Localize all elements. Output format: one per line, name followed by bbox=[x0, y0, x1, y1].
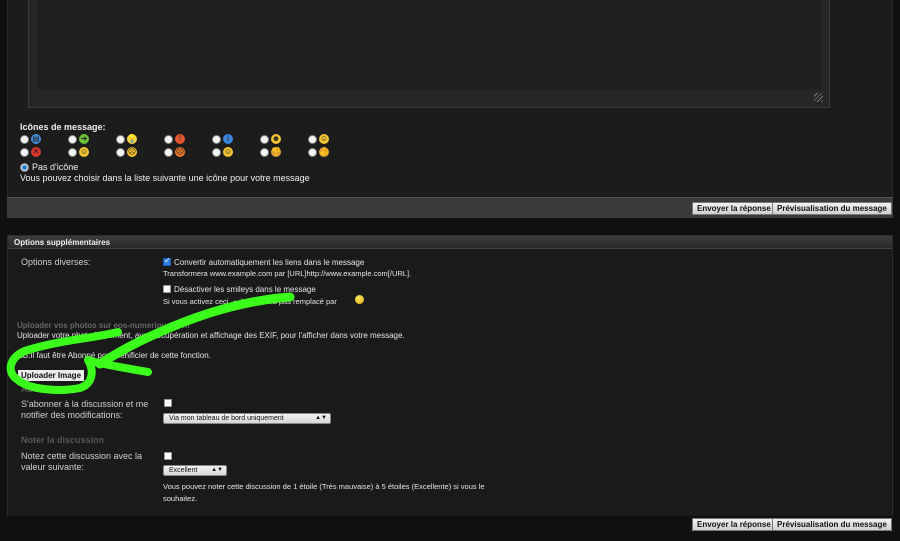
message-editor[interactable] bbox=[28, 0, 830, 108]
lightbulb-icon: 💡 bbox=[127, 134, 137, 144]
convert-links-desc: Transformera www.example.com par [URL]ht… bbox=[163, 269, 412, 278]
smiley-icon bbox=[355, 295, 364, 304]
sad-icon: ☹ bbox=[127, 147, 137, 157]
subscription-select-value: Via mon tableau de bord uniquement bbox=[169, 415, 284, 422]
message-icon-option[interactable]: ☹ bbox=[164, 147, 185, 157]
message-icon-option[interactable]: ✕ bbox=[20, 147, 41, 157]
message-icon-radio[interactable] bbox=[212, 147, 221, 157]
submit-reply-button-bottom[interactable]: Envoyer la réponse bbox=[692, 518, 776, 531]
upload-note: NB:Il faut être Abonné pour bénificier d… bbox=[17, 351, 211, 360]
message-icon-option[interactable]: ☻ bbox=[260, 134, 281, 144]
resize-grip-icon[interactable] bbox=[814, 93, 823, 102]
info-icon: i bbox=[223, 134, 233, 144]
message-icon-radio[interactable] bbox=[164, 147, 173, 157]
top-button-bar: Envoyer la réponse Prévisualisation du m… bbox=[7, 197, 893, 218]
rate-label: Notez cette discussion avec la valeur su… bbox=[21, 451, 143, 472]
rate-select-value: Excellent bbox=[169, 467, 198, 474]
message-icon-radio[interactable] bbox=[308, 147, 317, 157]
message-icon-option[interactable]: ☺ bbox=[212, 147, 233, 157]
subscription-checkbox[interactable] bbox=[164, 399, 172, 407]
message-icon-option[interactable]: ▤ bbox=[20, 134, 41, 144]
laugh-icon: ☺ bbox=[79, 147, 89, 157]
message-icon-option[interactable]: ! bbox=[164, 134, 185, 144]
cool-smiley-icon: ☻ bbox=[271, 134, 281, 144]
disable-smileys-checkbox[interactable] bbox=[163, 285, 171, 293]
select-arrows-icon: ▲▼ bbox=[211, 467, 223, 473]
message-icon-radio[interactable] bbox=[116, 147, 125, 157]
rate-desc: Vous pouvez noter cette discussion de 1 … bbox=[163, 482, 485, 503]
message-icon-option[interactable]: ➜ bbox=[68, 134, 89, 144]
rate-section-title: Noter la discussion bbox=[21, 435, 105, 445]
additional-options-panel: Options supplémentaires Options diverses… bbox=[7, 235, 893, 517]
disable-smileys-desc: Si vous activez ceci, « :) » ne sera pas… bbox=[163, 297, 337, 306]
message-icon-radio[interactable] bbox=[308, 134, 317, 144]
message-icons-title: Icônes de message: bbox=[20, 122, 106, 132]
preview-message-button-bottom[interactable]: Prévisualisation du message bbox=[772, 518, 892, 531]
message-icon-option[interactable]: 👍 bbox=[308, 147, 329, 157]
message-icon-radio[interactable] bbox=[260, 147, 269, 157]
message-icon-radio[interactable] bbox=[20, 134, 29, 144]
no-icon-radio[interactable] bbox=[20, 162, 29, 172]
no-icon-option[interactable]: Pas d'icône bbox=[20, 162, 78, 172]
disable-smileys-label: Désactiver les smileys dans le message bbox=[174, 285, 316, 294]
smile-icon: ☺ bbox=[319, 134, 329, 144]
message-icon-radio[interactable] bbox=[68, 147, 77, 157]
subscription-label: S'abonner à la discussion et me notifier… bbox=[21, 399, 149, 420]
message-icon-option[interactable]: ☺ bbox=[68, 147, 89, 157]
arrow-icon: ➜ bbox=[79, 134, 89, 144]
message-icons-hint: Vous pouvez choisir dans la liste suivan… bbox=[20, 173, 310, 183]
rate-checkbox[interactable] bbox=[164, 452, 172, 460]
message-icon-option[interactable]: i bbox=[212, 134, 233, 144]
bottom-button-bar: Envoyer la réponse Prévisualisation du m… bbox=[7, 516, 893, 537]
preview-message-button-top[interactable]: Prévisualisation du message bbox=[772, 202, 892, 215]
message-icon-radio[interactable] bbox=[68, 134, 77, 144]
submit-reply-button-top[interactable]: Envoyer la réponse bbox=[692, 202, 776, 215]
upload-desc: Uploader votre photo facilement, avec ré… bbox=[17, 331, 405, 340]
document-icon: ▤ bbox=[31, 134, 41, 144]
stop-icon: ✕ bbox=[31, 147, 41, 157]
convert-links-checkbox[interactable] bbox=[163, 256, 171, 266]
misc-options-label: Options diverses: bbox=[21, 257, 91, 267]
message-icon-radio[interactable] bbox=[212, 134, 221, 144]
message-icon-option[interactable]: 👎 bbox=[260, 147, 281, 157]
message-icon-option[interactable]: ☹ bbox=[116, 147, 137, 157]
thumbs-up-icon: 👍 bbox=[319, 147, 329, 157]
upload-image-button[interactable]: Uploader Image bbox=[18, 370, 85, 381]
subscription-section-title: Abonnement bbox=[21, 384, 76, 394]
message-icon-radio[interactable] bbox=[164, 134, 173, 144]
message-textarea[interactable] bbox=[37, 0, 821, 90]
reply-panel bbox=[7, 0, 893, 218]
options-header: Options supplémentaires bbox=[8, 236, 892, 249]
convert-links-label: Convertir automatiquement les liens dans… bbox=[174, 258, 365, 267]
select-arrows-icon: ▲▼ bbox=[315, 415, 327, 421]
message-icon-radio[interactable] bbox=[116, 134, 125, 144]
angry-icon: ☹ bbox=[175, 147, 185, 157]
rate-select[interactable]: Excellent ▲▼ bbox=[163, 465, 227, 476]
message-icon-option[interactable]: ☺ bbox=[308, 134, 329, 144]
exclamation-icon: ! bbox=[175, 134, 185, 144]
subscription-select[interactable]: Via mon tableau de bord uniquement ▲▼ bbox=[163, 413, 331, 424]
message-icon-radio[interactable] bbox=[20, 147, 29, 157]
message-icon-option[interactable]: 💡 bbox=[116, 134, 137, 144]
no-icon-label: Pas d'icône bbox=[32, 162, 79, 172]
neutral-icon: ☺ bbox=[223, 147, 233, 157]
message-icon-radio[interactable] bbox=[260, 134, 269, 144]
thumbs-down-icon: 👎 bbox=[271, 147, 281, 157]
